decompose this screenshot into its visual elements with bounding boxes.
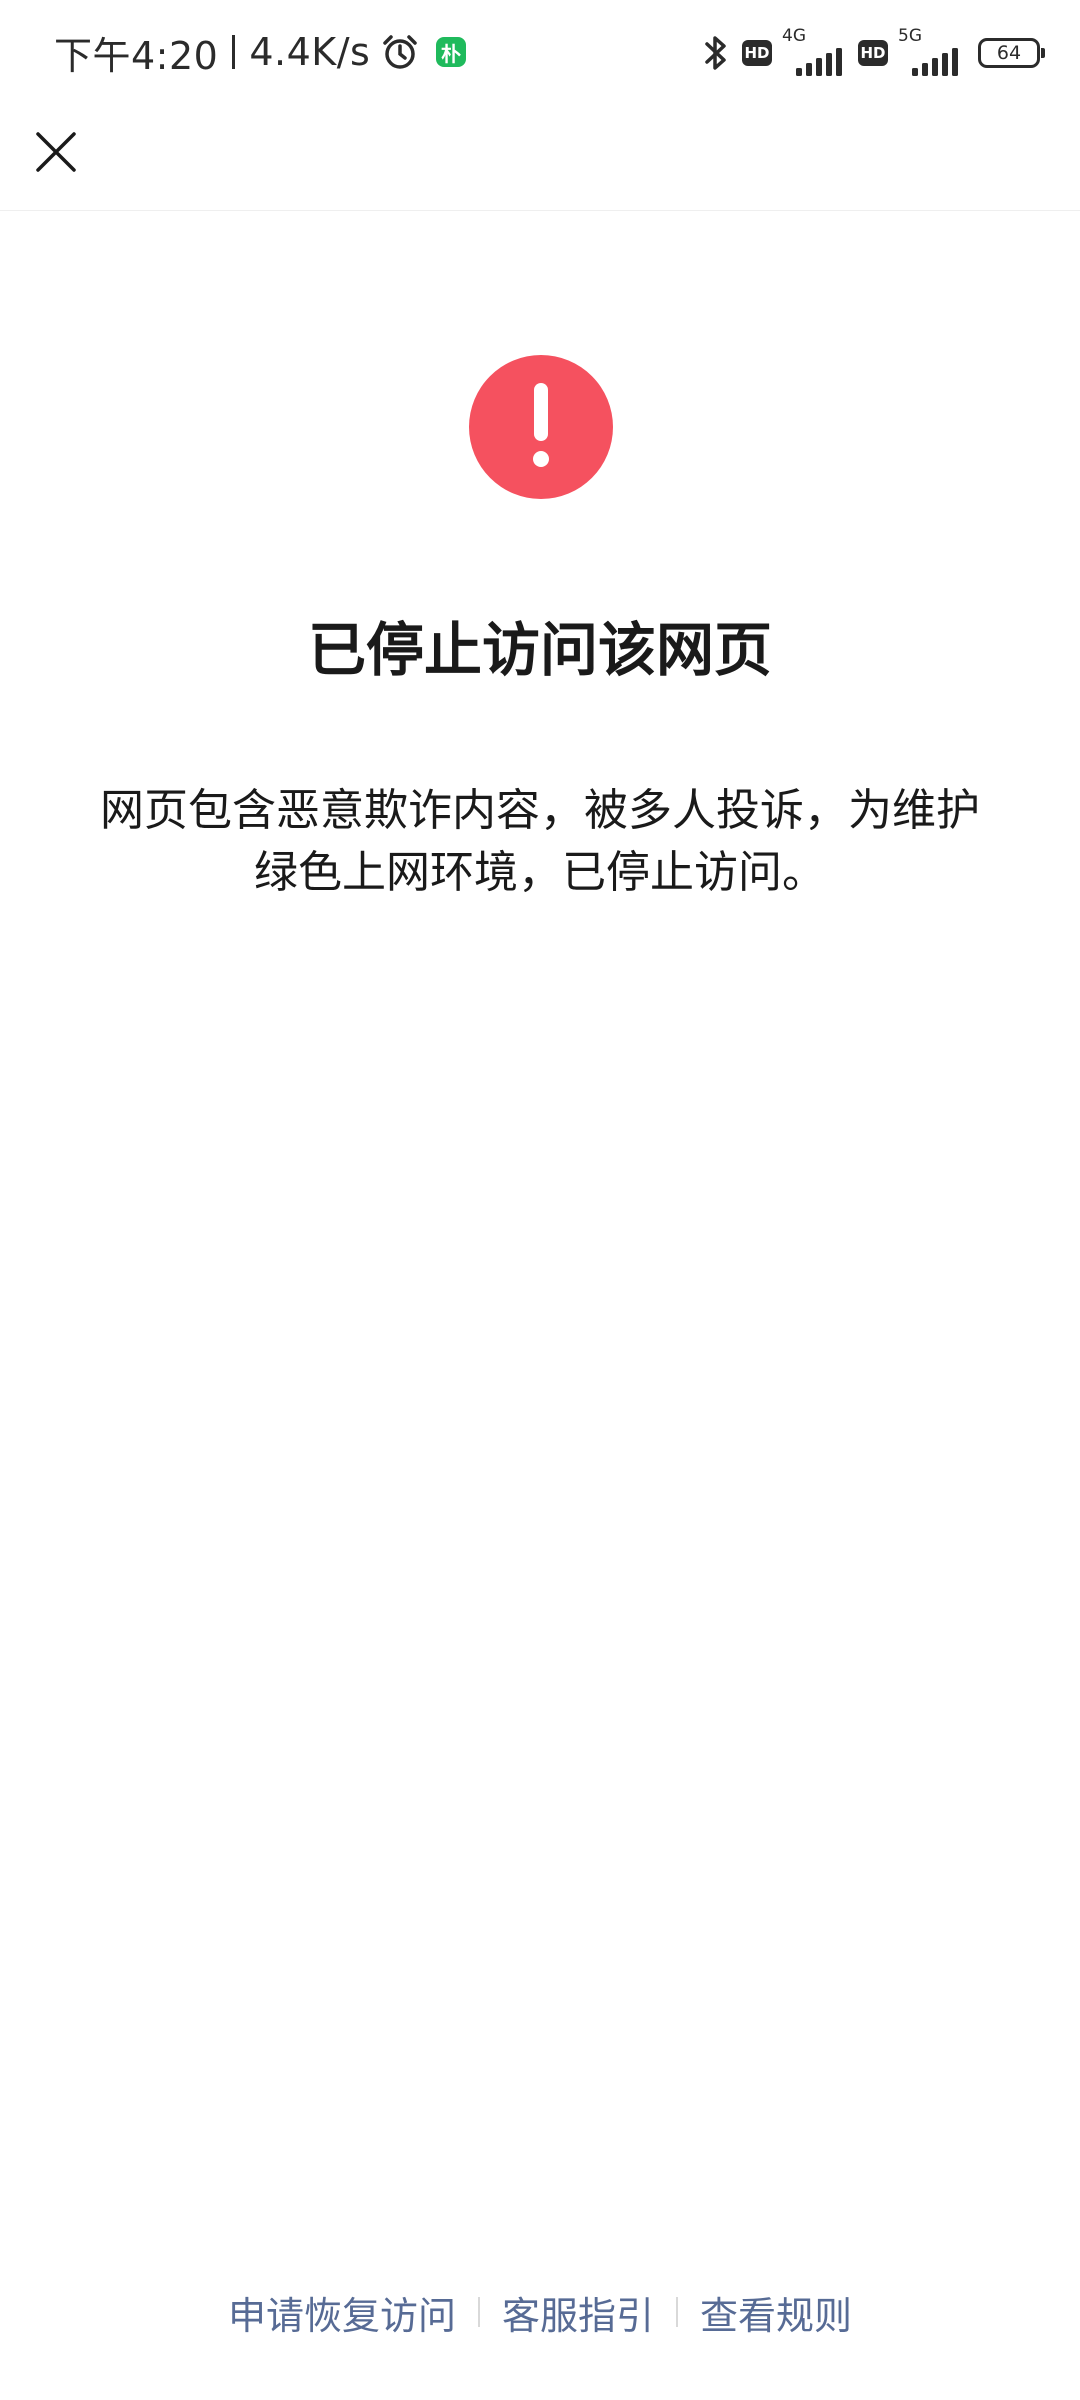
status-time: 下午4:20 bbox=[54, 33, 219, 78]
exclamation-bar bbox=[534, 383, 548, 441]
customer-service-guide-link[interactable]: 客服指引 bbox=[502, 2285, 654, 2340]
network-speed: 4.4K/s bbox=[249, 30, 371, 74]
signal-4g: 4G bbox=[780, 26, 846, 76]
signal-5g: 5G bbox=[896, 26, 962, 76]
signal-bars-icon bbox=[796, 48, 842, 76]
battery-icon: 64 bbox=[978, 38, 1045, 68]
hd-voice-icon-2: HD bbox=[858, 40, 888, 66]
close-button[interactable] bbox=[26, 122, 86, 182]
view-rules-link[interactable]: 查看规则 bbox=[700, 2285, 852, 2340]
network-type-label: 5G bbox=[898, 26, 922, 46]
footer-links: 申请恢复访问 客服指引 查看规则 bbox=[0, 2282, 1080, 2342]
signal-bars-icon bbox=[912, 48, 958, 76]
alarm-clock-icon bbox=[383, 35, 418, 69]
page-title: 已停止访问该网页 bbox=[307, 616, 772, 684]
status-right: HD 4G HD 5G 64 bbox=[702, 26, 1045, 80]
status-divider bbox=[232, 35, 236, 69]
request-restore-access-link[interactable]: 申请恢复访问 bbox=[228, 2285, 456, 2340]
network-type-label: 4G bbox=[782, 26, 806, 46]
battery-level: 64 bbox=[996, 42, 1022, 64]
close-icon bbox=[36, 132, 76, 172]
nav-bar bbox=[0, 104, 1080, 211]
app-notification-icon: 朴 bbox=[436, 37, 467, 67]
footer-divider bbox=[676, 2297, 678, 2327]
status-bar: 下午4:20 4.4K/s 朴 HD 4G HD 5G 64 bbox=[0, 0, 1080, 104]
warning-icon bbox=[469, 355, 613, 499]
footer-divider bbox=[477, 2297, 480, 2327]
hd-voice-icon: HD bbox=[742, 40, 772, 66]
bluetooth-icon bbox=[705, 36, 726, 70]
blocked-description: 网页包含恶意欺诈内容，被多人投诉，为维护绿色上网环境，已停止访问。 bbox=[100, 785, 980, 898]
exclamation-dot bbox=[533, 451, 549, 467]
status-left: 下午4:20 4.4K/s 朴 bbox=[54, 24, 467, 80]
